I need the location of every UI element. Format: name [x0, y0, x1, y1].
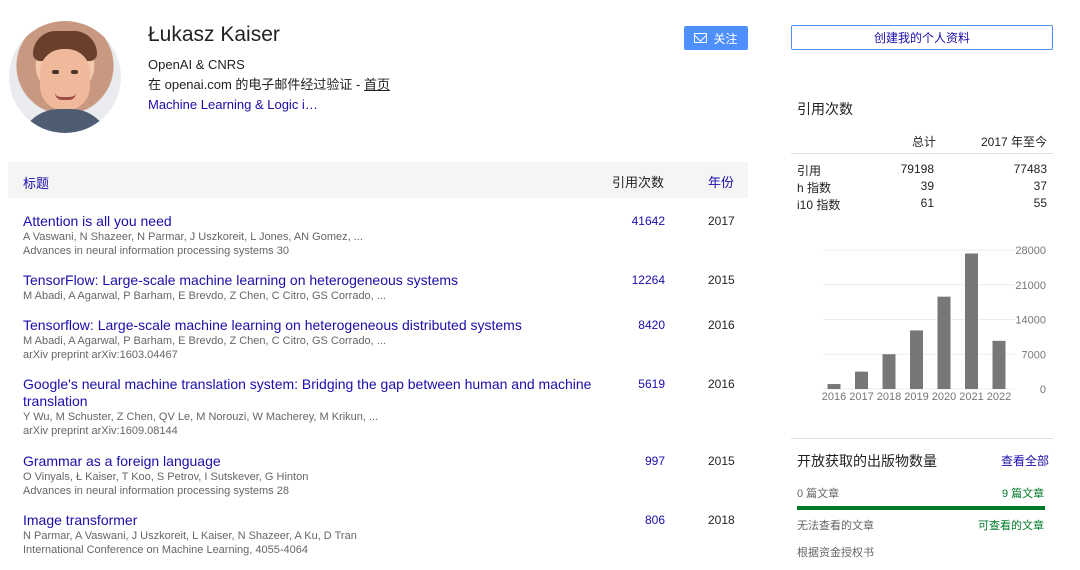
paper-venue: arXiv preprint arXiv:1603.04467 [23, 349, 178, 361]
available-article-count: 9 篇文章 [1002, 488, 1045, 500]
unavailable-articles-label: 无法查看的文章 [797, 520, 874, 532]
chart-bar [827, 384, 841, 389]
sort-by-title-link[interactable]: 标题 [23, 173, 49, 192]
paper-title-link[interactable]: Google's neural machine translation syst… [23, 376, 598, 410]
metric-recent: 77483 [1013, 162, 1047, 176]
paper-year: 2016 [708, 377, 735, 391]
available-articles-label: 可查看的文章 [978, 520, 1044, 532]
paper-title-link[interactable]: Attention is all you need [23, 213, 598, 230]
chart-x-tick-label: 2018 [877, 391, 901, 403]
paper-citations-link[interactable]: 8420 [610, 318, 665, 332]
paper-year: 2015 [708, 454, 735, 468]
email-verification: 在 openai.com 的电子邮件经过验证 - 首页 [148, 74, 390, 93]
paper-citations-link[interactable]: 5619 [610, 377, 665, 391]
chart-bar [992, 340, 1006, 389]
table-row: Grammar as a foreign language O Vinyals,… [23, 453, 743, 498]
profile-affiliation: OpenAI & CNRS [148, 57, 245, 72]
create-profile-button[interactable]: 创建我的个人资料 [791, 25, 1053, 50]
funding-mandate-label: 根据资金授权书 [797, 547, 874, 559]
paper-title-link[interactable]: Tensorflow: Large-scale machine learning… [23, 317, 598, 334]
paper-authors: M Abadi, A Agarwal, P Barham, E Brevdo, … [23, 335, 386, 347]
citations-column-header: 引用次数 [612, 175, 665, 190]
chart-y-tick-label: 14000 [1015, 315, 1046, 327]
paper-title-link[interactable]: Image transformer [23, 512, 598, 529]
total-column-label: 总计 [912, 135, 937, 149]
chart-y-tick-label: 0 [1040, 384, 1046, 396]
follow-button[interactable]: 关注 [684, 26, 748, 50]
paper-authors: O Vinyals, Ł Kaiser, T Koo, S Petrov, I … [23, 471, 309, 483]
chart-x-tick-label: 2019 [904, 391, 928, 403]
paper-authors: M Abadi, A Agarwal, P Barham, E Brevdo, … [23, 290, 386, 302]
paper-citations-link[interactable]: 997 [610, 454, 665, 468]
chart-y-tick-label: 7000 [1022, 349, 1046, 361]
paper-year: 2018 [708, 513, 735, 527]
metric-total: 79198 [900, 162, 934, 176]
citations-by-year-chart: 0 7000 14000 21000 28000 2016 2017 2018 2019 2020… [822, 245, 1046, 403]
citation-metrics-table: 总计 2017 年至今 引用 79198 77483 h 指数 39 37 i1… [797, 131, 1047, 213]
unavailable-article-count: 0 篇文章 [797, 488, 840, 500]
chart-bar [855, 371, 868, 389]
table-row: Tensorflow: Large-scale machine learning… [23, 317, 743, 362]
paper-venue: International Conference on Machine Lear… [23, 544, 308, 556]
paper-citations-link[interactable]: 806 [610, 513, 665, 527]
open-access-progress-bar [797, 506, 1045, 510]
metric-label: i10 指数 [797, 198, 841, 212]
chart-bar [882, 354, 896, 389]
table-row: TensorFlow: Large-scale machine learning… [23, 272, 743, 303]
paper-authors: N Parmar, A Vaswani, J Uszkoreit, L Kais… [23, 530, 357, 542]
open-access-divider [791, 438, 1053, 439]
metric-label: h 指数 [797, 181, 832, 195]
paper-title-link[interactable]: Grammar as a foreign language [23, 453, 598, 470]
metric-total: 39 [920, 179, 934, 193]
metric-total: 61 [920, 196, 934, 210]
chart-bar [910, 330, 923, 389]
chart-x-tick-label: 2020 [932, 391, 956, 403]
paper-venue: Advances in neural information processin… [23, 245, 289, 257]
metric-label: 引用 [797, 164, 822, 178]
paper-year: 2016 [708, 318, 735, 332]
publications-table-header: 标题 引用次数 年份 [8, 162, 748, 198]
chart-bar [965, 253, 978, 389]
profile-photo [9, 21, 121, 133]
chart-x-tick-label: 2016 [822, 391, 846, 403]
paper-authors: Y Wu, M Schuster, Z Chen, QV Le, M Norou… [23, 411, 379, 423]
email-verification-text: 在 openai.com 的电子邮件经过验证 - [148, 77, 364, 92]
table-row: Image transformer N Parmar, A Vaswani, J… [23, 512, 743, 557]
research-interests-link[interactable]: Machine Learning & Logic i… [148, 97, 318, 112]
metric-recent: 37 [1033, 179, 1047, 193]
chart-y-tick-label: 21000 [1015, 280, 1046, 292]
profile-name: Łukasz Kaiser [148, 23, 280, 46]
follow-button-label: 关注 [713, 31, 738, 46]
open-access-title: 开放获取的出版物数量 [797, 453, 937, 469]
paper-citations-link[interactable]: 12264 [610, 273, 665, 287]
table-row: Attention is all you need A Vaswani, N S… [23, 213, 743, 258]
paper-year: 2015 [708, 273, 735, 287]
chart-x-tick-label: 2022 [987, 391, 1011, 403]
since-2017-column-label: 2017 年至今 [980, 135, 1047, 149]
chart-bar [937, 296, 951, 389]
paper-venue: arXiv preprint arXiv:1609.08144 [23, 425, 178, 437]
paper-year: 2017 [708, 214, 735, 228]
chart-x-tick-label: 2017 [849, 391, 873, 403]
homepage-link[interactable]: 首页 [364, 77, 390, 92]
paper-venue: Advances in neural information processin… [23, 485, 289, 497]
view-all-link[interactable]: 查看全部 [1001, 452, 1049, 469]
sort-by-year-link[interactable]: 年份 [708, 172, 734, 191]
citation-metrics-title: 引用次数 [797, 101, 853, 117]
table-row: Google's neural machine translation syst… [23, 376, 743, 438]
paper-citations-link[interactable]: 41642 [610, 214, 665, 228]
paper-authors: A Vaswani, N Shazeer, N Parmar, J Uszkor… [23, 231, 363, 243]
mail-icon [694, 33, 708, 43]
chart-y-tick-label: 28000 [1015, 245, 1046, 257]
chart-x-tick-label: 2021 [959, 391, 983, 403]
paper-title-link[interactable]: TensorFlow: Large-scale machine learning… [23, 272, 598, 289]
metric-recent: 55 [1033, 196, 1047, 210]
